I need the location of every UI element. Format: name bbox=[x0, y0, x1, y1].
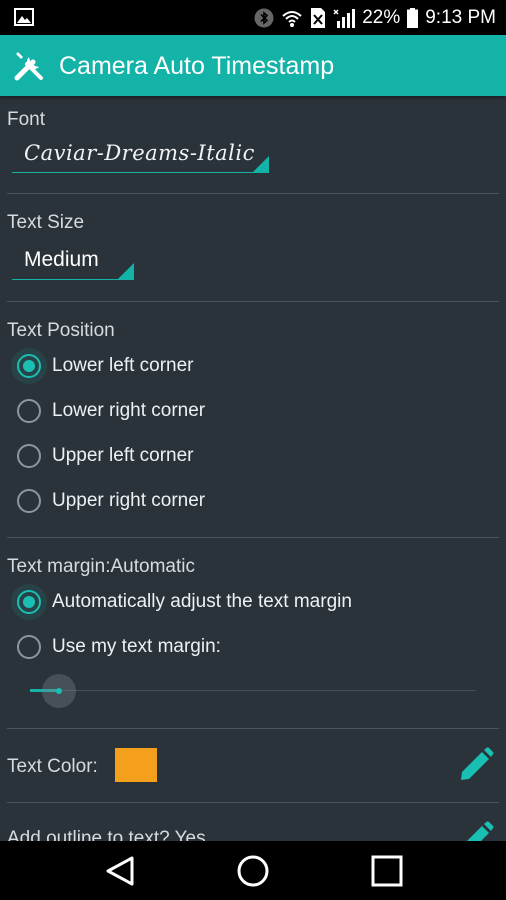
radio-button[interactable] bbox=[17, 399, 41, 423]
text-margin-label: Text margin:Automatic bbox=[7, 556, 195, 577]
divider bbox=[7, 537, 499, 538]
font-label: Font bbox=[7, 109, 46, 130]
dropdown-triangle-icon bbox=[253, 156, 269, 172]
font-value: Caviar-Dreams-Italic bbox=[24, 141, 255, 165]
radio-label: Lower right corner bbox=[52, 400, 206, 421]
wrench-screwdriver-icon bbox=[13, 49, 47, 83]
radio-label: Automatically adjust the text margin bbox=[52, 591, 352, 612]
radio-auto-margin[interactable]: Automatically adjust the text margin bbox=[11, 584, 352, 620]
radio-button-checked[interactable] bbox=[17, 590, 41, 614]
app-bar: Camera Auto Timestamp bbox=[0, 35, 506, 96]
wifi-icon bbox=[281, 8, 303, 28]
home-icon[interactable] bbox=[235, 853, 271, 889]
divider bbox=[7, 802, 499, 803]
dropdown-triangle-icon bbox=[118, 263, 134, 279]
radio-lower-right[interactable]: Lower right corner bbox=[17, 396, 205, 426]
app-title: Camera Auto Timestamp bbox=[59, 52, 335, 80]
pencil-icon[interactable] bbox=[458, 821, 494, 841]
text-size-value: Medium bbox=[24, 248, 99, 271]
signal-icon bbox=[333, 7, 356, 29]
radio-upper-left[interactable]: Upper left corner bbox=[17, 441, 194, 471]
radio-custom-margin[interactable]: Use my text margin: bbox=[17, 632, 221, 662]
font-spinner[interactable]: Caviar-Dreams-Italic bbox=[12, 135, 269, 173]
text-size-label: Text Size bbox=[7, 212, 85, 233]
text-size-spinner[interactable]: Medium bbox=[12, 242, 134, 280]
divider bbox=[7, 193, 499, 194]
recents-icon[interactable] bbox=[369, 853, 405, 889]
margin-slider-thumb[interactable] bbox=[56, 688, 62, 694]
image-icon bbox=[14, 8, 34, 26]
no-sim-icon bbox=[310, 7, 326, 29]
bluetooth-icon bbox=[254, 8, 274, 28]
radio-button-checked[interactable] bbox=[17, 354, 41, 378]
text-color-label: Text Color: bbox=[7, 756, 98, 777]
radio-label: Upper left corner bbox=[52, 445, 194, 466]
margin-slider-track[interactable] bbox=[30, 690, 476, 691]
outline-label[interactable]: Add outline to text? Yes bbox=[7, 828, 206, 841]
text-position-label: Text Position bbox=[7, 320, 115, 341]
radio-lower-left[interactable]: Lower left corner bbox=[11, 348, 194, 384]
divider bbox=[7, 301, 499, 302]
battery-percent: 22% bbox=[362, 6, 401, 28]
radio-label: Upper right corner bbox=[52, 490, 206, 511]
navigation-bar bbox=[0, 841, 506, 900]
clock: 9:13 PM bbox=[425, 6, 496, 28]
back-icon[interactable] bbox=[102, 853, 138, 889]
radio-button[interactable] bbox=[17, 635, 41, 659]
radio-label: Use my text margin: bbox=[52, 636, 221, 657]
radio-label: Lower left corner bbox=[52, 355, 194, 376]
divider bbox=[7, 728, 499, 729]
status-bar: 22% 9:13 PM bbox=[0, 0, 506, 35]
radio-upper-right[interactable]: Upper right corner bbox=[17, 486, 205, 516]
settings-list: Font Caviar-Dreams-Italic Text Size Medi… bbox=[0, 96, 506, 841]
radio-button[interactable] bbox=[17, 489, 41, 513]
pencil-icon[interactable] bbox=[458, 747, 494, 783]
text-color-swatch[interactable] bbox=[115, 748, 157, 782]
battery-icon bbox=[407, 7, 419, 28]
radio-button[interactable] bbox=[17, 444, 41, 468]
